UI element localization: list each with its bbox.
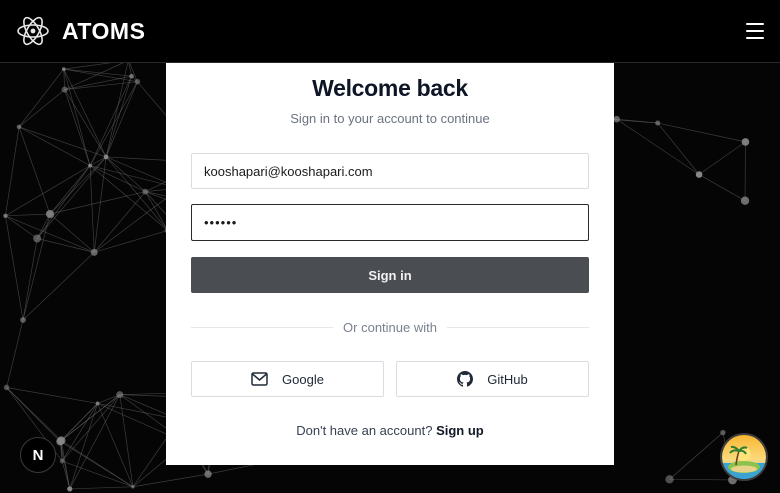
hamburger-menu-icon[interactable] [746, 23, 764, 39]
island-avatar-image [722, 435, 766, 479]
mail-icon [251, 372, 268, 386]
login-card: Welcome back Sign in to your account to … [166, 63, 614, 465]
github-signin-button[interactable]: GitHub [396, 361, 589, 397]
atom-icon [17, 16, 49, 46]
github-label: GitHub [487, 371, 528, 387]
or-divider: Or continue with [191, 319, 589, 335]
google-label: Google [282, 371, 324, 387]
page-subtitle: Sign in to your account to continue [290, 111, 490, 126]
divider-line-left [191, 326, 334, 328]
signup-prompt-text: Don't have an account? [296, 423, 433, 438]
brand-logo[interactable]: ATOMS [16, 14, 145, 48]
github-icon [457, 371, 474, 387]
sign-up-link[interactable]: Sign up [436, 423, 484, 438]
signup-prompt-line: Don't have an account? Sign up [166, 423, 614, 438]
next-dev-badge[interactable]: N [20, 437, 56, 473]
island-avatar-icon[interactable] [720, 433, 768, 481]
top-navigation-bar: ATOMS [0, 0, 780, 63]
page-title: Welcome back [312, 75, 468, 101]
password-field[interactable] [191, 204, 589, 241]
divider-text: Or continue with [343, 319, 437, 335]
google-signin-button[interactable]: Google [191, 361, 384, 397]
email-field[interactable] [191, 153, 589, 189]
brand-name: ATOMS [62, 17, 146, 44]
sign-in-button[interactable]: Sign in [191, 257, 589, 293]
divider-line-right [446, 326, 589, 328]
